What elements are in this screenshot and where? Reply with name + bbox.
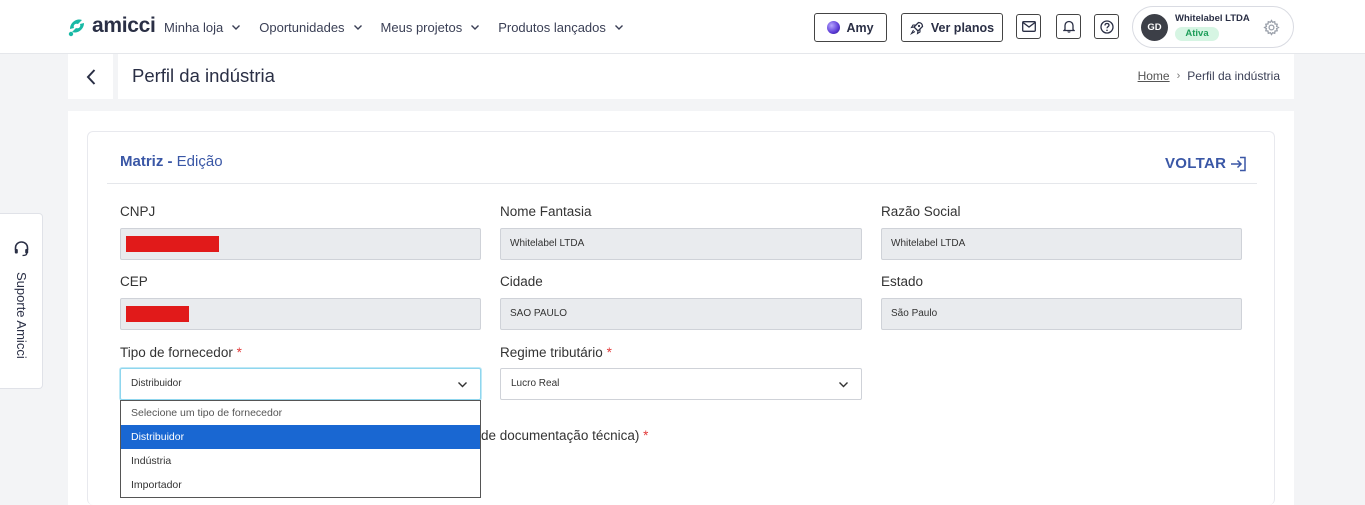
notifications-button[interactable] [1056,14,1081,39]
voltar-label: VOLTAR [1165,155,1227,172]
cnpj-label: CNPJ [120,204,156,219]
mail-icon [1021,21,1036,32]
nav-minha-loja[interactable]: Minha loja [164,20,241,35]
divider [107,183,1257,184]
nav-meus-projetos[interactable]: Meus projetos [381,20,481,35]
nav-label: Oportunidades [259,19,345,35]
cep-label: CEP [120,274,148,289]
cidade-label: Cidade [500,274,543,289]
required-mark: * [606,345,612,360]
chevron-down-icon [614,25,623,30]
chevron-down-icon [471,25,480,30]
cidade-field: SAO PAULO [500,298,862,330]
tipo-fornecedor-value: Distribuidor [131,378,182,389]
nome-fantasia-label: Nome Fantasia [500,204,592,219]
amy-orb-icon [827,21,841,34]
question-icon [1099,19,1114,34]
breadcrumb-current: Perfil da indústria [1187,69,1280,83]
chevron-down-icon [839,382,848,388]
tipo-fornecedor-label: Tipo de fornecedor * [120,345,242,360]
gear-icon[interactable] [1263,19,1280,36]
support-label: Suporte Amicci [14,272,29,359]
nav-produtos-lancados[interactable]: Produtos lançados [498,20,624,35]
nome-fantasia-field: Whitelabel LTDA [500,228,862,260]
required-mark: * [236,345,242,360]
section-title-rest: Edição [172,153,223,170]
dropdown-option-distribuidor[interactable]: Distribuidor [121,425,480,449]
regime-tributario-select[interactable]: Lucro Real [500,368,862,400]
tipo-fornecedor-label-text: Tipo de fornecedor [120,345,233,360]
avatar: GD [1141,14,1168,41]
help-button[interactable] [1094,14,1119,39]
ver-planos-button[interactable]: Ver planos [901,13,1003,42]
nav-oportunidades[interactable]: Oportunidades [259,20,362,35]
page-header: Perfil da indústria Home › Perfil da ind… [118,54,1294,99]
breadcrumb-separator: › [1176,70,1181,82]
nav-label: Meus projetos [380,19,463,35]
top-bar: amicci Minha loja Oportunidades Meus pro… [0,0,1365,54]
tipo-fornecedor-dropdown: Selecione um tipo de fornecedor Distribu… [120,400,481,498]
chevron-down-icon [458,382,467,388]
dropdown-option-industria[interactable]: Indústria [121,449,480,473]
required-mark: * [643,428,649,443]
documentacao-tecnica-label: de documentação técnica) * [481,428,648,443]
voltar-button[interactable]: VOLTAR [1165,155,1247,172]
razao-social-label: Razão Social [881,204,961,219]
mail-button[interactable] [1016,14,1041,39]
amicci-logo[interactable]: amicci [66,14,156,38]
nav-label: Minha loja [164,19,224,35]
brand-name: amicci [92,14,156,37]
rocket-icon [909,21,924,35]
account-menu[interactable]: GD Whitelabel LTDA Ativa [1132,6,1294,48]
support-tab[interactable]: Suporte Amicci [0,213,43,389]
account-name: Whitelabel LTDA [1175,13,1250,24]
page-title: Perfil da indústria [132,65,275,86]
section-title: Matriz - Edição [120,153,223,170]
breadcrumb: Home › Perfil da indústria [1138,69,1280,83]
headset-icon [14,241,29,257]
chevron-down-icon [232,25,241,30]
main-nav: Minha loja Oportunidades Meus projetos P… [164,0,642,54]
razao-social-field: Whitelabel LTDA [881,228,1242,260]
regime-tributario-label-text: Regime tributário [500,345,603,360]
regime-tributario-value: Lucro Real [511,378,560,389]
breadcrumb-home-link[interactable]: Home [1138,69,1170,83]
tipo-fornecedor-select[interactable]: Distribuidor [120,368,481,400]
redacted-cnpj [126,236,219,252]
dropdown-option-placeholder[interactable]: Selecione um tipo de fornecedor [121,401,480,425]
ver-planos-label: Ver planos [930,20,995,35]
documentacao-tecnica-label-text: de documentação técnica) [481,428,640,443]
redacted-cep [126,306,189,322]
back-button[interactable] [68,54,113,99]
chevron-left-icon [86,68,95,85]
regime-tributario-label: Regime tributário * [500,345,612,360]
chevron-down-icon [353,25,362,30]
section-title-bold: Matriz - [120,153,173,170]
amicci-logo-icon [68,19,84,37]
nav-label: Produtos lançados [498,19,606,35]
amy-button[interactable]: Amy [814,13,887,42]
dropdown-option-importador[interactable]: Importador [121,473,480,497]
bell-icon [1062,20,1075,33]
status-badge: Ativa [1175,27,1219,41]
estado-label: Estado [881,274,924,289]
estado-field: São Paulo [881,298,1242,330]
exit-icon [1231,156,1246,171]
amy-label: Amy [846,20,874,35]
